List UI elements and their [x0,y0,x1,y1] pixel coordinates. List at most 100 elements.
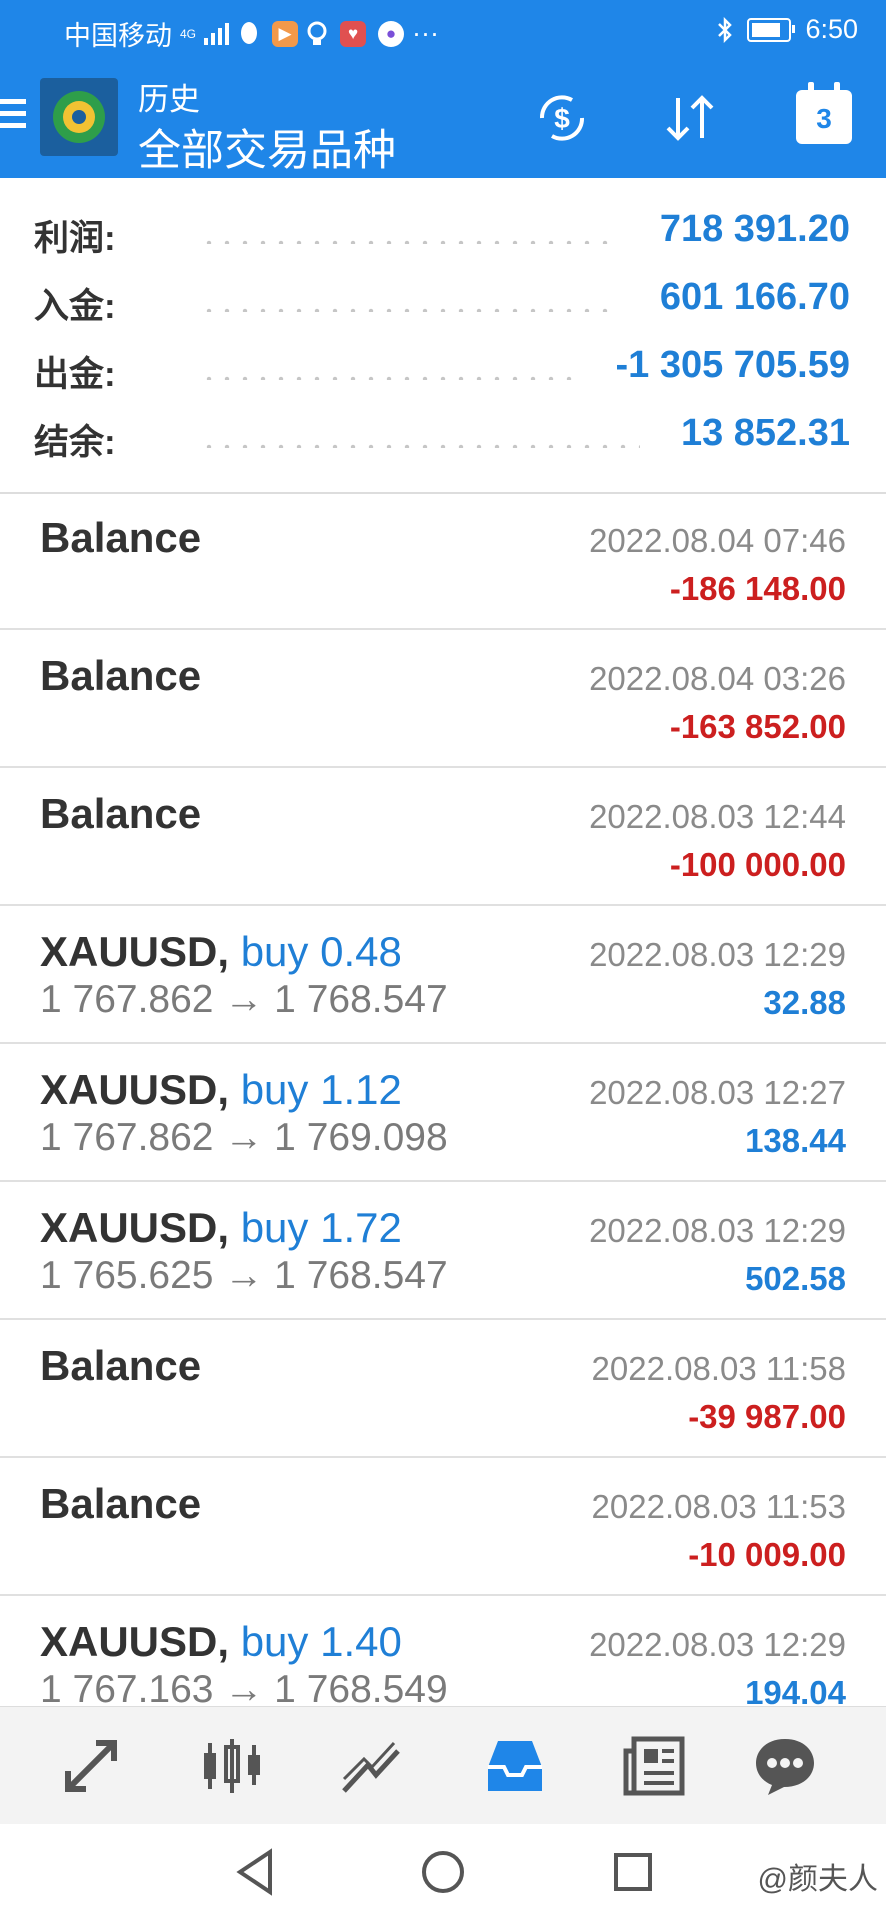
deal-profit: 32.88 [763,984,846,1021]
page-title: 历史 [138,82,200,117]
dotted-leader [200,308,620,312]
deal-row[interactable]: XAUUSD, buy 1.40 1 767.163 → 1 768.549 2… [0,1596,886,1706]
heart-app-icon: ♥ [340,20,367,47]
video-app-icon: ▶ [272,20,299,47]
watermark: @颜夫人 [757,1863,878,1896]
trade-icon[interactable] [336,1731,406,1801]
deal-prices: 1 767.862 → 1 769.098 [40,1116,448,1159]
deal-side: buy 1.40 [240,1618,402,1665]
bluetooth-icon [718,16,733,43]
status-left: 中国移动 4G ▶ ♥ ● ··· [64,14,439,53]
deal-row[interactable]: XAUUSD, buy 0.48 1 767.862 → 1 768.547 2… [0,906,886,1044]
clock: 6:50 [805,14,858,44]
carrier-label: 中国移动 [64,21,172,51]
deal-prices: 1 765.625 → 1 768.547 [40,1254,448,1297]
quotes-icon[interactable] [56,1731,126,1801]
chat-app-icon: ● [378,20,405,47]
deal-profit: 194.04 [745,1674,846,1706]
summary-value: 718 391.20 [659,208,850,250]
home-icon[interactable] [418,1846,468,1898]
deal-time: 2022.08.03 11:58 [591,1350,846,1387]
svg-text:$: $ [554,103,570,134]
news-icon[interactable] [620,1731,690,1801]
deal-row[interactable]: Balance 2022.08.04 07:46 -186 148.00 [0,492,886,630]
deal-prices: 1 767.163 → 1 768.549 [40,1668,448,1706]
system-nav-bar: @颜夫人 [0,1824,886,1920]
status-bar: 中国移动 4G ▶ ♥ ● ··· 6:50 [0,0,886,60]
deal-side: buy 1.72 [240,1204,402,1251]
app-logo [40,78,118,156]
sort-icon[interactable] [660,88,720,148]
deal-profit: -39 987.00 [688,1398,846,1435]
history-summary: 利润: 718 391.20 入金: 601 166.70 出金: -1 305… [0,178,886,494]
deal-time: 2022.08.04 07:46 [589,522,846,559]
deal-symbol: Balance [40,1480,202,1527]
summary-label: 出金: [34,355,116,394]
deal-symbol: XAUUSD, [40,928,230,975]
deal-profit: -10 009.00 [688,1536,846,1573]
deal-time: 2022.08.03 12:29 [589,1626,846,1663]
summary-deposit: 入金: 601 166.70 [0,268,886,336]
history-icon[interactable] [480,1731,550,1801]
deal-time: 2022.08.03 11:53 [591,1488,846,1525]
calendar-icon[interactable]: 3 [796,82,852,144]
deal-time: 2022.08.03 12:29 [589,936,846,973]
summary-label: 结余: [34,423,116,462]
status-right: 6:50 [717,14,858,45]
deal-side: buy 0.48 [240,928,402,975]
deal-row[interactable]: Balance 2022.08.03 12:44 -100 000.00 [0,768,886,906]
deal-row[interactable]: XAUUSD, buy 1.72 1 765.625 → 1 768.547 2… [0,1182,886,1320]
dotted-leader [200,376,580,380]
more-icon: ··· [412,18,439,48]
summary-value: -1 305 705.59 [615,344,850,386]
deal-time: 2022.08.03 12:29 [589,1212,846,1249]
deal-profit: -186 148.00 [669,570,846,607]
deal-time: 2022.08.03 12:27 [589,1074,846,1111]
recents-icon[interactable] [608,1846,658,1898]
summary-value: 601 166.70 [659,276,850,318]
deal-symbol: Balance [40,790,202,837]
deal-symbol: XAUUSD, [40,1618,230,1665]
deal-row[interactable]: Balance 2022.08.03 11:58 -39 987.00 [0,1320,886,1458]
summary-label: 入金: [34,287,116,326]
deal-profit: -100 000.00 [669,846,846,883]
battery-icon [747,17,796,42]
menu-icon[interactable] [0,99,26,135]
app-bar: 历史 全部交易品种 $ 3 [0,60,886,178]
deal-profit: -163 852.00 [669,708,846,745]
deal-row[interactable]: Balance 2022.08.04 03:26 -163 852.00 [0,630,886,768]
deal-symbol: XAUUSD, [40,1066,230,1113]
dotted-leader [200,444,640,448]
deal-profit: 502.58 [745,1260,846,1297]
dotted-leader [200,240,620,244]
summary-value: 13 852.31 [680,412,850,454]
deal-prices: 1 767.862 → 1 768.547 [40,978,448,1021]
bottom-nav [0,1706,886,1825]
qq-icon [241,21,258,44]
network-type: 4G [180,26,197,41]
deal-side: buy 1.12 [240,1066,402,1113]
back-icon[interactable] [230,1846,280,1898]
deal-time: 2022.08.03 12:44 [589,798,846,835]
messages-icon[interactable] [750,1731,820,1801]
deal-symbol-line: XAUUSD, buy 1.12 [40,1066,402,1114]
deals-list[interactable]: Balance 2022.08.04 07:46 -186 148.00 Bal… [0,492,886,1706]
deal-symbol-line: XAUUSD, buy 1.72 [40,1204,402,1252]
deal-row[interactable]: Balance 2022.08.03 11:53 -10 009.00 [0,1458,886,1596]
deal-time: 2022.08.04 03:26 [589,660,846,697]
deal-row[interactable]: XAUUSD, buy 1.12 1 767.862 → 1 769.098 2… [0,1044,886,1182]
deal-symbol-line: XAUUSD, buy 0.48 [40,928,402,976]
summary-label: 利润: [34,219,116,258]
bulb-icon [307,21,327,45]
chart-icon[interactable] [196,1731,266,1801]
currency-exchange-icon[interactable]: $ [532,88,592,148]
deal-symbol-line: XAUUSD, buy 1.40 [40,1618,402,1666]
symbol-filter[interactable]: 全部交易品种 [138,116,396,178]
summary-profit: 利润: 718 391.20 [0,200,886,268]
summary-withdrawal: 出金: -1 305 705.59 [0,336,886,404]
deal-symbol: Balance [40,514,202,561]
summary-balance: 结余: 13 852.31 [0,404,886,472]
deal-symbol: XAUUSD, [40,1204,230,1251]
deal-symbol: Balance [40,652,202,699]
deal-profit: 138.44 [745,1122,846,1159]
